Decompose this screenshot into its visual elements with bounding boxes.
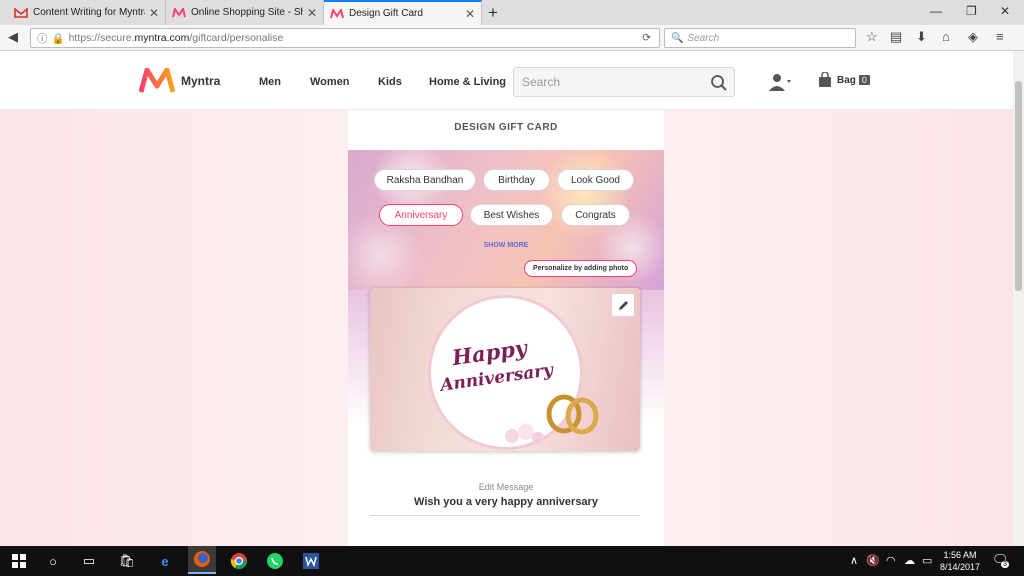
- tab-title: Design Gift Card: [349, 8, 423, 19]
- message-underline: [370, 515, 640, 516]
- browser-tab-strip: Content Writing for Myntra ✕ Online Shop…: [0, 0, 1024, 25]
- tab-title: Online Shopping Site - Shop: [191, 7, 303, 18]
- site-info-icon[interactable]: ⓘ: [37, 31, 48, 46]
- bag-icon: [819, 72, 831, 87]
- bag-label: Bag: [837, 74, 856, 86]
- bag-count-badge: 0: [858, 75, 870, 85]
- reading-list-icon[interactable]: ▤: [890, 29, 902, 45]
- gift-card-image: Happy Anniversary: [370, 288, 640, 451]
- browser-search-box[interactable]: 🔍 Search: [664, 28, 856, 48]
- volume-muted-icon[interactable]: 🔇: [866, 554, 880, 567]
- myntra-logo-icon[interactable]: [139, 68, 175, 94]
- bag-button[interactable]: Bag 0: [818, 72, 870, 88]
- download-icon[interactable]: ⬇: [916, 29, 927, 45]
- url-path: /giftcard/personalise: [189, 32, 284, 44]
- search-input[interactable]: [514, 68, 694, 96]
- show-hidden-icons-icon[interactable]: ∧: [850, 554, 858, 567]
- bookmark-star-icon[interactable]: ☆: [866, 29, 878, 45]
- occasion-chip-best-wishes[interactable]: Best Wishes: [470, 204, 553, 226]
- task-view-icon[interactable]: ▭: [78, 551, 100, 571]
- page-title: DESIGN GIFT CARD: [454, 122, 558, 133]
- reload-icon[interactable]: ⟳: [642, 32, 651, 44]
- close-tab-icon[interactable]: ✕: [465, 7, 475, 21]
- profile-icon[interactable]: [768, 72, 792, 92]
- occasion-chip-congrats[interactable]: Congrats: [561, 204, 630, 226]
- windows-start-icon[interactable]: [8, 551, 30, 571]
- flowers-icon: [505, 424, 544, 444]
- nav-home-living[interactable]: Home & Living: [429, 76, 506, 88]
- new-tab-icon[interactable]: +: [488, 3, 498, 23]
- personalize-tooltip[interactable]: Personalize by adding photo: [524, 260, 638, 277]
- action-center-icon[interactable]: 🗨 3: [992, 552, 1009, 568]
- restore-icon[interactable]: ❐: [966, 4, 977, 18]
- close-tab-icon[interactable]: ✕: [149, 6, 159, 20]
- search-icon[interactable]: [710, 74, 728, 92]
- wifi-icon[interactable]: ◠: [886, 554, 896, 567]
- url-prefix: https://secure.: [68, 32, 135, 44]
- tab-title: Content Writing for Myntra: [33, 7, 145, 18]
- windows-taskbar: ○ ▭ 🛍 e ∧ 🔇 ◠ ☁ ▭ 🗨 3: [0, 546, 1024, 576]
- lock-icon: 🔒: [51, 32, 65, 45]
- rings-icon: [546, 394, 599, 435]
- edit-photo-button[interactable]: [612, 294, 634, 316]
- show-more-link[interactable]: SHOW MORE: [348, 242, 664, 249]
- scrollbar-thumb[interactable]: [1015, 81, 1022, 291]
- taskbar-clock[interactable]: 1:56 AM 8/14/2017: [935, 549, 985, 573]
- browser-tab-gmail[interactable]: Content Writing for Myntra ✕: [8, 0, 166, 25]
- onedrive-icon[interactable]: ☁: [904, 554, 915, 567]
- url-domain: myntra.com: [134, 32, 190, 44]
- pencil-icon: [618, 300, 628, 310]
- minimize-icon[interactable]: —: [930, 4, 942, 18]
- close-tab-icon[interactable]: ✕: [307, 6, 317, 20]
- home-icon[interactable]: ⌂: [942, 29, 950, 44]
- display-icon[interactable]: ▭: [922, 554, 932, 567]
- store-icon[interactable]: 🛍: [116, 551, 138, 571]
- clock-time: 1:56 AM: [943, 550, 977, 560]
- clock-date: 8/14/2017: [939, 562, 981, 572]
- close-window-icon[interactable]: ✕: [1000, 4, 1010, 18]
- browser-search-placeholder: Search: [687, 32, 720, 44]
- browser-tab-shopping[interactable]: Online Shopping Site - Shop ✕: [166, 0, 324, 25]
- gift-message-input[interactable]: Wish you a very happy anniversary: [348, 496, 664, 508]
- occasion-chip-birthday[interactable]: Birthday: [483, 169, 550, 191]
- word-icon[interactable]: [300, 551, 322, 571]
- firefox-icon[interactable]: [188, 546, 216, 574]
- gift-card-designer: DESIGN GIFT CARD Raksha Bandhan Birthday…: [348, 110, 664, 546]
- menu-icon[interactable]: ≡: [996, 29, 1004, 44]
- nav-kids[interactable]: Kids: [378, 76, 402, 88]
- browser-toolbar: ◀ ⓘ 🔒 https://secure. myntra.com/giftcard…: [0, 25, 1024, 51]
- back-icon[interactable]: ◀: [8, 29, 18, 45]
- nav-men[interactable]: Men: [259, 76, 281, 88]
- brand-name[interactable]: Myntra: [181, 74, 220, 88]
- browser-tab-gift-card[interactable]: Design Gift Card ✕: [324, 0, 482, 25]
- site-search: [513, 67, 735, 97]
- occasion-chip-anniversary[interactable]: Anniversary: [379, 204, 463, 226]
- myntra-icon: [330, 8, 344, 18]
- nav-women[interactable]: Women: [310, 76, 350, 88]
- edge-icon[interactable]: e: [154, 551, 176, 571]
- pocket-icon[interactable]: ◈: [968, 29, 978, 45]
- edit-message-label: Edit Message: [478, 482, 534, 492]
- page-scrollbar[interactable]: [1013, 51, 1024, 546]
- notification-count-badge: 3: [1001, 561, 1009, 568]
- cortana-icon[interactable]: ○: [42, 551, 64, 571]
- myntra-icon: [172, 7, 186, 17]
- url-bar[interactable]: ⓘ 🔒 https://secure. myntra.com/giftcard/p…: [30, 28, 660, 48]
- occasion-chip-raksha-bandhan[interactable]: Raksha Bandhan: [374, 169, 476, 191]
- occasion-chip-look-good[interactable]: Look Good: [557, 169, 634, 191]
- search-icon: 🔍: [671, 32, 684, 44]
- whatsapp-icon[interactable]: [264, 551, 286, 571]
- chrome-icon[interactable]: [228, 551, 250, 571]
- gmail-icon: [14, 7, 28, 18]
